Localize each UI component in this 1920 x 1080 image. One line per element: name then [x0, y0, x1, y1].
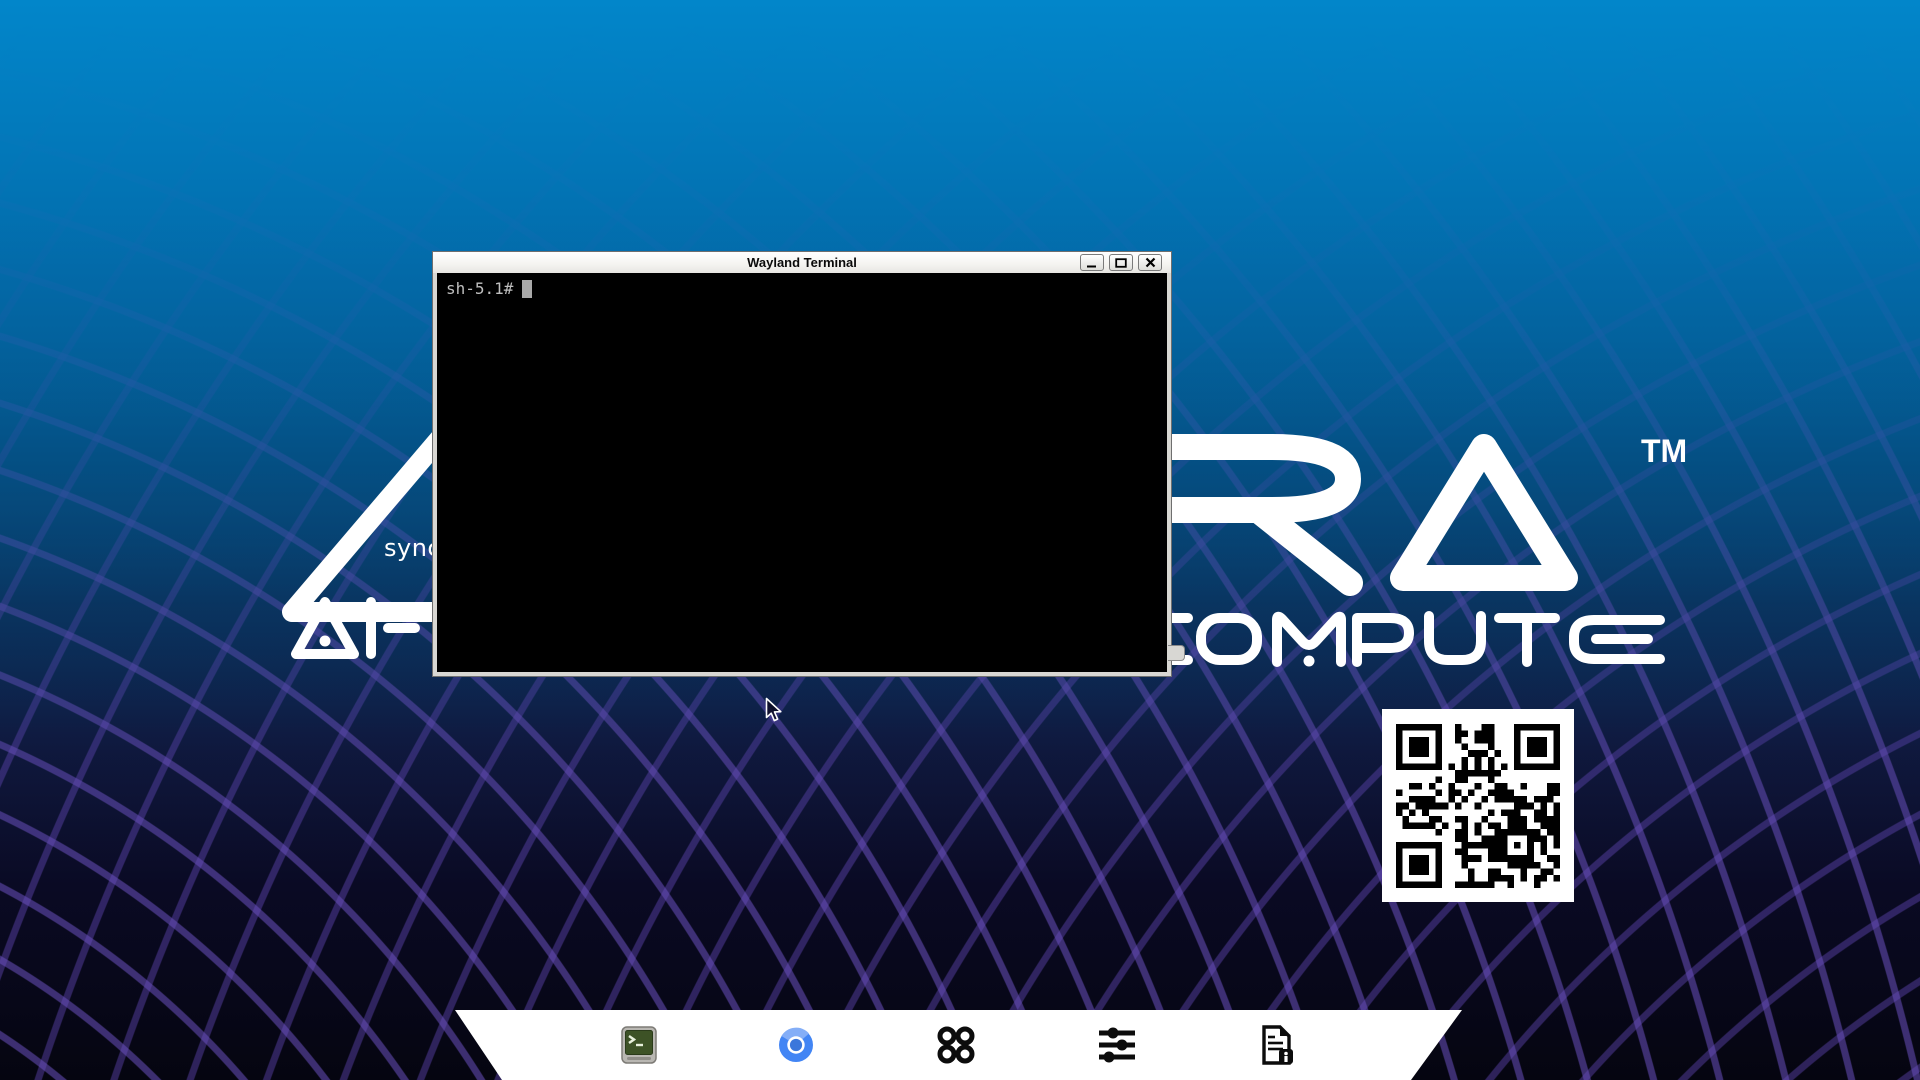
close-icon [1145, 257, 1156, 268]
mouse-cursor [765, 697, 785, 723]
logo-compute-lettering [1132, 616, 1660, 667]
chromium-icon [778, 1027, 814, 1063]
app-grid-icon [937, 1026, 975, 1064]
window-resize-tab[interactable] [1168, 645, 1185, 661]
maximize-icon [1115, 258, 1127, 268]
window-titlebar[interactable]: Wayland Terminal [433, 252, 1171, 273]
minimize-icon [1086, 258, 1098, 268]
terminal-cursor [522, 280, 532, 298]
dock-item-document[interactable] [1258, 1025, 1298, 1065]
dock-item-settings[interactable] [1097, 1025, 1137, 1065]
terminal-window: Wayland Terminal sh-5.1# [432, 251, 1172, 677]
close-button[interactable] [1138, 254, 1162, 271]
maximize-button[interactable] [1109, 254, 1133, 271]
logo-trademark: TM [1641, 433, 1687, 469]
qr-canvas [1396, 724, 1560, 888]
logo-letter-r [1160, 447, 1350, 583]
window-controls [1080, 254, 1162, 271]
dock-item-terminal[interactable] [619, 1025, 659, 1065]
dock [455, 1010, 1462, 1080]
shell-prompt: sh-5.1# [446, 279, 513, 298]
document-info-icon [1261, 1025, 1295, 1065]
dock-item-app-grid[interactable] [936, 1025, 976, 1065]
logo-letter-a-triangle [1403, 447, 1565, 578]
terminal-screen[interactable]: sh-5.1# [437, 273, 1167, 672]
window-title: Wayland Terminal [433, 255, 1171, 270]
dock-item-chromium[interactable] [776, 1025, 816, 1065]
settings-sliders-icon [1098, 1027, 1136, 1063]
terminal-icon [621, 1026, 657, 1064]
qr-code [1382, 709, 1574, 902]
minimize-button[interactable] [1080, 254, 1104, 271]
